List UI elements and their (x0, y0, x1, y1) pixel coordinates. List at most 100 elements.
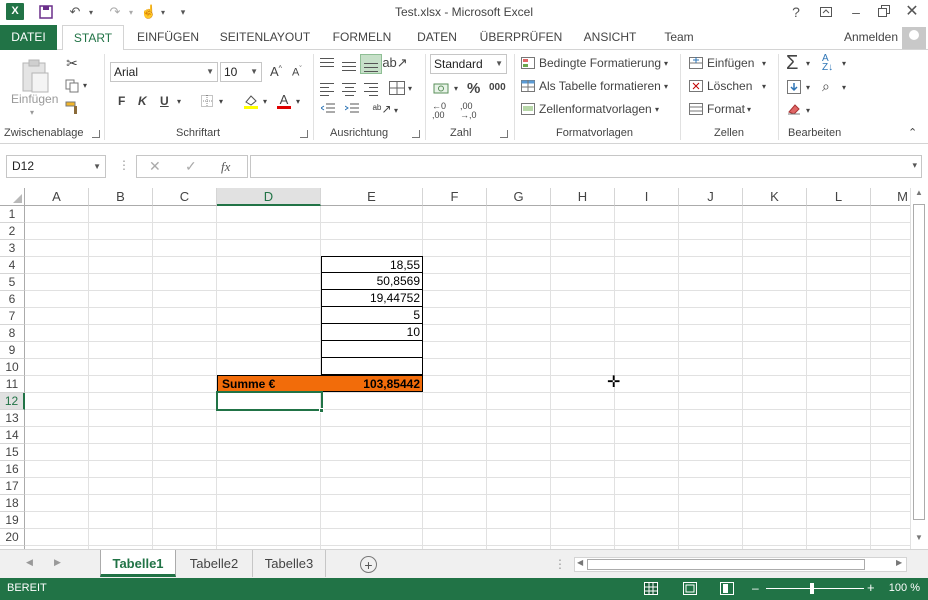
row-header-4[interactable]: 4 (0, 257, 25, 274)
cell-e8[interactable]: 10 (321, 324, 423, 341)
font-color-dropdown-icon[interactable]: ▾ (296, 97, 300, 106)
row-header-6[interactable]: 6 (0, 291, 25, 308)
scroll-right-icon[interactable]: ▶ (896, 558, 902, 567)
column-header-a[interactable]: A (25, 188, 89, 206)
merge-dropdown-icon[interactable]: ▾ (408, 84, 412, 93)
zoom-out-icon[interactable]: – (752, 581, 759, 595)
delete-cells-dropdown-icon[interactable]: ▾ (762, 82, 766, 91)
conditional-formatting-icon[interactable] (520, 56, 536, 70)
font-launcher-icon[interactable] (300, 130, 308, 138)
column-header-d[interactable]: D (217, 188, 321, 206)
row-header-11[interactable]: 11 (0, 376, 25, 393)
paste-dropdown-icon[interactable]: ▾ (30, 108, 34, 117)
tab-einfuegen[interactable]: EINFÜGEN (130, 25, 206, 50)
insert-function-button[interactable]: fx (221, 159, 230, 175)
increase-decimal-icon[interactable]: ←0,00 (432, 102, 446, 120)
bold-button[interactable]: F (118, 94, 125, 108)
column-header-j[interactable]: J (679, 188, 743, 206)
row-header-20[interactable]: 20 (0, 529, 25, 546)
zoom-in-icon[interactable]: + (867, 580, 875, 595)
cell-styles-icon[interactable] (520, 102, 536, 116)
format-cells-icon[interactable] (688, 102, 704, 116)
zoom-slider[interactable] (766, 588, 864, 589)
column-header-g[interactable]: G (487, 188, 551, 206)
horizontal-scroll-thumb[interactable] (587, 559, 865, 570)
page-break-view-icon[interactable] (720, 582, 734, 595)
sheet-scroll-left-icon[interactable]: ◀ (26, 557, 33, 568)
column-header-i[interactable]: I (615, 188, 679, 206)
column-header-h[interactable]: H (551, 188, 615, 206)
insert-cells-dropdown-icon[interactable]: ▾ (762, 59, 766, 68)
worksheet-grid[interactable]: ABCDEFGHIJKLM 1 2 3 4 5 6 7 8 9 10 11 12 13 14 15 16 17 1… (0, 188, 910, 549)
font-color-icon[interactable]: A (276, 92, 292, 110)
tab-start[interactable]: START (62, 25, 124, 51)
new-sheet-icon[interactable]: + (360, 556, 377, 573)
formula-input[interactable]: ▾ (250, 155, 922, 178)
format-as-table-icon[interactable] (520, 79, 536, 93)
copy-dropdown-icon[interactable]: ▾ (83, 81, 87, 90)
clear-dropdown-icon[interactable]: ▾ (806, 106, 810, 115)
text-direction-dropdown-icon[interactable]: ▾ (394, 106, 398, 115)
underline-button[interactable]: U (160, 94, 169, 108)
decrease-indent-icon[interactable] (320, 102, 336, 116)
percent-style-icon[interactable]: % (467, 80, 480, 97)
column-header-e[interactable]: E (321, 188, 423, 206)
tab-formeln[interactable]: FORMELN (324, 25, 400, 50)
thousands-separator-icon[interactable]: 000 (489, 82, 506, 93)
select-all-button[interactable] (0, 188, 25, 206)
alignment-launcher-icon[interactable] (412, 130, 420, 138)
number-launcher-icon[interactable] (500, 130, 508, 138)
tab-ueberpruefen[interactable]: ÜBERPRÜFEN (474, 25, 568, 50)
conditional-formatting-dropdown-icon[interactable]: ▾ (664, 59, 668, 68)
paste-icon[interactable] (18, 58, 52, 94)
tab-split-grip-icon[interactable]: ⋮ (554, 557, 566, 571)
column-header-l[interactable]: L (807, 188, 871, 206)
vertical-scroll-thumb[interactable] (913, 204, 925, 520)
wrap-text-icon[interactable] (388, 80, 406, 96)
column-header-m[interactable]: M (871, 188, 910, 206)
number-format-select[interactable]: Standard ▼ (430, 54, 507, 74)
help-icon[interactable]: ? (782, 2, 810, 22)
text-direction-icon[interactable]: ᵃᵇ↗ (372, 101, 392, 117)
autosum-dropdown-icon[interactable]: ▾ (806, 59, 810, 68)
insert-cells-icon[interactable] (688, 56, 704, 70)
currency-dropdown-icon[interactable]: ▾ (454, 84, 458, 93)
delete-cells-icon[interactable] (688, 79, 704, 93)
column-header-f[interactable]: F (423, 188, 487, 206)
horizontal-scrollbar[interactable]: ◀ ▶ (574, 557, 907, 572)
zoom-slider-thumb[interactable] (810, 583, 814, 594)
cell-e5[interactable]: 50,8569 (321, 273, 423, 290)
row-header-5[interactable]: 5 (0, 274, 25, 291)
conditional-formatting-button[interactable]: Bedingte Formatierung (539, 56, 661, 70)
avatar[interactable] (902, 27, 926, 49)
tab-datei[interactable]: DATEI (0, 25, 57, 50)
cell-e6[interactable]: 19,44752 (321, 290, 423, 307)
collapse-ribbon-icon[interactable]: ⌃ (908, 126, 917, 139)
fill-icon[interactable] (786, 79, 802, 95)
cut-icon[interactable]: ✂ (64, 55, 80, 71)
row-header-2[interactable]: 2 (0, 223, 25, 240)
clipboard-launcher-icon[interactable] (92, 130, 100, 138)
column-header-k[interactable]: K (743, 188, 807, 206)
paste-button[interactable]: Einfügen (11, 92, 58, 106)
row-header-13[interactable]: 13 (0, 410, 25, 427)
fill-dropdown-icon[interactable]: ▾ (806, 83, 810, 92)
currency-format-icon[interactable] (432, 80, 450, 96)
confirm-entry-icon[interactable]: ✓ (185, 158, 197, 175)
decrease-font-size-icon[interactable]: Aˇ (292, 66, 302, 79)
cell-e9[interactable] (321, 341, 423, 358)
cell-d11[interactable]: Summe € (217, 375, 321, 392)
expand-formula-bar-icon[interactable]: ▾ (912, 160, 917, 171)
cell-styles-dropdown-icon[interactable]: ▾ (655, 105, 659, 114)
column-header-b[interactable]: B (89, 188, 153, 206)
insert-cells-button[interactable]: Einfügen (707, 56, 754, 70)
tab-team[interactable]: Team (654, 25, 704, 50)
row-header-19[interactable]: 19 (0, 512, 25, 529)
zoom-level[interactable]: 100 % (889, 582, 920, 594)
scroll-up-icon[interactable]: ▲ (915, 188, 923, 197)
row-header-16[interactable]: 16 (0, 461, 25, 478)
align-bottom-button[interactable] (360, 54, 382, 74)
tab-ansicht[interactable]: ANSICHT (576, 25, 644, 50)
italic-button[interactable]: K (138, 94, 147, 108)
column-header-c[interactable]: C (153, 188, 217, 206)
